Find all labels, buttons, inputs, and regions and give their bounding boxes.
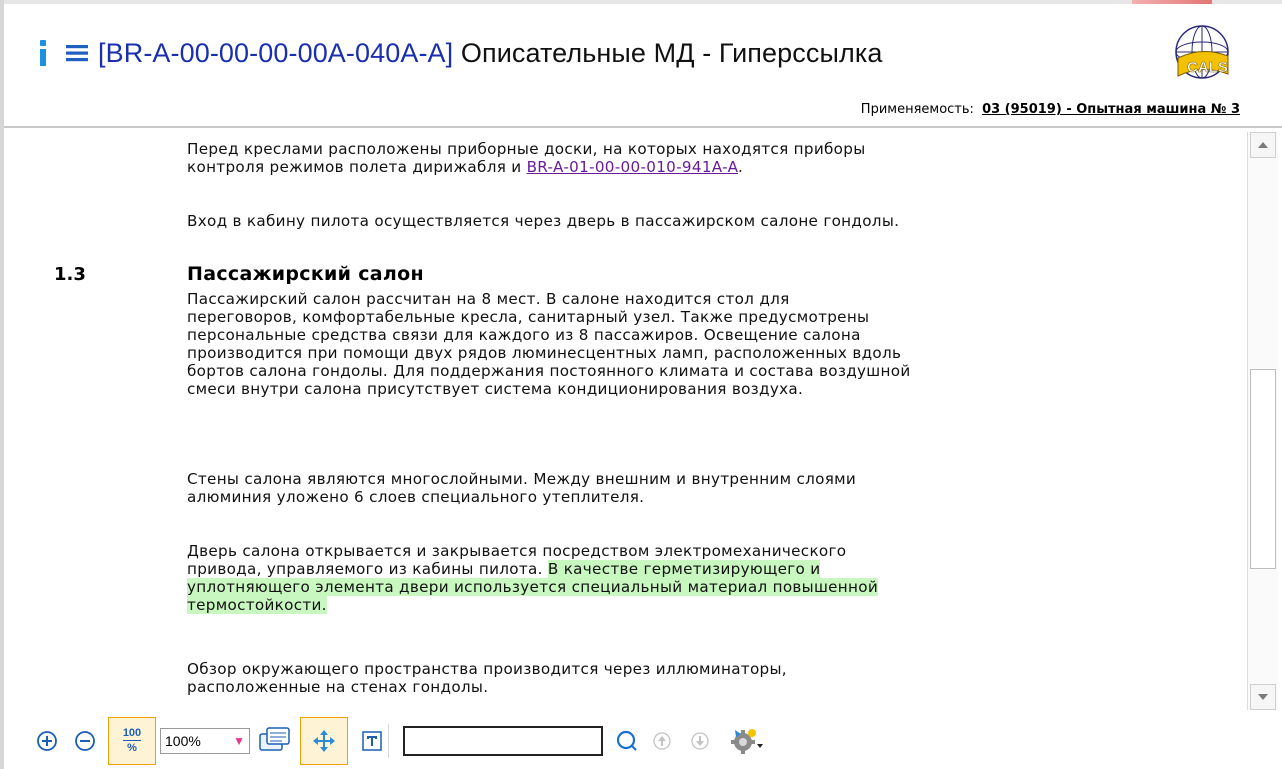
move-icon[interactable] xyxy=(300,716,348,765)
highlighted-text: термостойкости. xyxy=(187,596,327,614)
zoom-out-icon[interactable] xyxy=(74,730,96,752)
zoom-100-top: 100 xyxy=(122,727,142,739)
document-code: BR-A-00-00-00-00A-040A-A xyxy=(105,37,446,68)
zoom-select[interactable]: 100% ▼ xyxy=(160,727,250,754)
zoom-100-bottom: % xyxy=(127,742,137,754)
fit-text-icon[interactable] xyxy=(362,730,382,751)
applicability-value[interactable]: 03 (95019) - Опытная машина № 3 xyxy=(982,102,1240,117)
document-content[interactable]: Перед креслами расположены приборные дос… xyxy=(4,128,1248,710)
paragraph-cabin-door: Дверь салона открывается и закрывается п… xyxy=(187,542,1137,614)
next-match-icon[interactable] xyxy=(691,731,709,750)
vertical-scrollbar[interactable] xyxy=(1247,132,1278,710)
info-icon[interactable] xyxy=(32,33,54,73)
paragraph-cabin-walls: Стены салона являются многослойными. Меж… xyxy=(187,470,857,506)
document-title: [BR-A-00-00-00-00A-040A-A] Описательные … xyxy=(98,38,882,69)
hyperlink-dm[interactable]: BR-A-01-00-00-010-941A-A xyxy=(527,158,738,176)
scroll-up-button[interactable] xyxy=(1250,132,1276,158)
cals-logo: CALS xyxy=(1160,16,1246,96)
scroll-thumb[interactable] xyxy=(1250,369,1276,569)
title-open-bracket: [ xyxy=(98,37,106,68)
menu-icon[interactable] xyxy=(62,33,92,73)
section-title: Пассажирский салон xyxy=(187,263,424,285)
applicability-label: Применяемость: xyxy=(860,102,974,117)
scroll-down-button[interactable] xyxy=(1250,684,1276,710)
paragraph-instrument-panels: Перед креслами расположены приборные дос… xyxy=(187,140,1137,176)
fraction-line xyxy=(123,740,141,741)
chevron-down-icon: ▼ xyxy=(233,733,245,748)
zoom-100-button[interactable]: 100 % xyxy=(108,716,156,765)
highlighted-text: В качестве герметизирующего и xyxy=(547,560,821,578)
svg-text:CALS: CALS xyxy=(1187,59,1228,76)
bottom-toolbar: 100 % 100% ▼ xyxy=(0,712,1282,769)
toolbar-separator xyxy=(388,723,389,758)
document-header: [BR-A-00-00-00-00A-040A-A] Описательные … xyxy=(32,28,882,78)
search-icon[interactable] xyxy=(615,729,639,753)
prev-match-icon[interactable] xyxy=(653,731,671,750)
applicability-line: Применяемость: 03 (95019) - Опытная маши… xyxy=(861,102,1240,117)
top-border xyxy=(4,0,1282,4)
paragraph-windows: Обзор окружающего пространства производи… xyxy=(187,660,787,696)
paragraph-cockpit-entry: Вход в кабину пилота осуществляется чере… xyxy=(187,212,900,230)
document-title-text: Описательные МД - Гиперссылка xyxy=(453,37,883,68)
section-number: 1.3 xyxy=(54,264,86,285)
highlighted-text: уплотняющего элемента двери используется… xyxy=(187,578,879,596)
settings-icon[interactable] xyxy=(729,726,763,756)
comment-icon[interactable] xyxy=(258,726,292,756)
scroll-track[interactable] xyxy=(1250,162,1276,680)
zoom-in-icon[interactable] xyxy=(36,730,58,752)
paragraph-end: . xyxy=(738,158,744,176)
arrow-up-icon xyxy=(1258,142,1268,148)
zoom-value: 100% xyxy=(165,732,201,749)
search-input[interactable] xyxy=(403,725,603,756)
arrow-down-icon xyxy=(1258,694,1268,700)
paragraph-passenger-cabin: Пассажирский салон рассчитан на 8 мест. … xyxy=(187,290,911,398)
